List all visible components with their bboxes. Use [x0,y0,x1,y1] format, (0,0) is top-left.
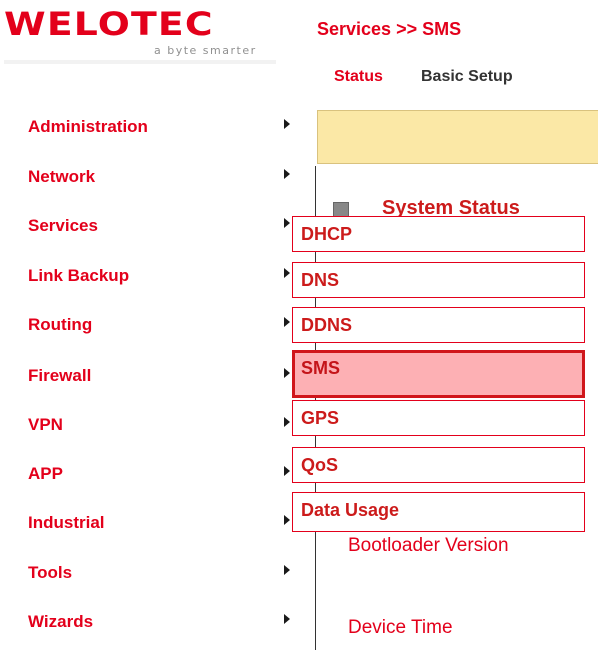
status-bar [317,110,598,164]
sidebar-item-label: Network [28,167,96,186]
chevron-right-icon [284,169,290,179]
chevron-right-icon [284,515,290,525]
submenu-item-qos[interactable]: QoS [292,447,585,483]
chevron-right-icon [284,466,290,476]
sidebar-item-app[interactable]: APP [28,457,300,493]
sidebar-item-services[interactable]: Services [28,209,300,245]
submenu-item-label: GPS [301,408,340,428]
tab-status[interactable]: Status [334,66,383,88]
submenu-item-gps[interactable]: GPS [292,400,585,436]
submenu-item-label: Data Usage [301,500,400,520]
logo-wordmark: WELOTEC [4,5,214,43]
sidebar-item-link-backup[interactable]: Link Backup [28,259,300,295]
sidebar-item-network[interactable]: Network [28,160,300,196]
sidebar-item-label: Services [28,216,98,235]
sidebar-item-wizards[interactable]: Wizards [28,605,300,641]
submenu-item-sms[interactable]: SMS [292,350,585,398]
chevron-right-icon [284,565,290,575]
field-label-bootloader-version: Bootloader Version [348,535,509,556]
submenu-item-ddns[interactable]: DDNS [292,307,585,343]
field-label-device-time: Device Time [348,617,453,638]
submenu-item-label: DDNS [301,315,353,335]
sidebar-item-industrial[interactable]: Industrial [28,506,300,542]
sidebar-item-label: Administration [28,117,148,136]
sidebar-item-label: Industrial [28,513,105,532]
sidebar-item-firewall[interactable]: Firewall [28,359,300,395]
sidebar-item-tools[interactable]: Tools [28,556,300,592]
chevron-right-icon [284,368,290,378]
sidebar-item-label: APP [28,464,63,483]
chevron-right-icon [284,268,290,278]
chevron-right-icon [284,417,290,427]
sidebar-item-vpn[interactable]: VPN [28,408,300,444]
submenu-item-dhcp[interactable]: DHCP [292,216,585,252]
submenu-item-data-usage[interactable]: Data Usage [292,492,585,532]
submenu-item-label: DHCP [301,224,353,244]
sidebar-item-label: Link Backup [28,266,130,285]
chevron-right-icon [284,317,290,327]
sidebar-item-label: Wizards [28,612,94,631]
submenu-item-label: QoS [301,455,339,475]
breadcrumb: Services >> SMS [317,19,462,39]
chevron-right-icon [284,218,290,228]
sidebar-item-label: Routing [28,315,93,334]
sidebar-item-label: Tools [28,563,73,582]
logo-tagline: a byte smarter [154,44,257,57]
sidebar-item-administration[interactable]: Administration [28,110,300,146]
sidebar-item-label: Firewall [28,366,92,385]
tab-basic-setup[interactable]: Basic Setup [421,66,513,88]
submenu-item-label: SMS [301,358,341,378]
sidebar-item-label: VPN [28,415,63,434]
logo-underline [4,60,276,64]
submenu-item-dns[interactable]: DNS [292,262,585,298]
chevron-right-icon [284,119,290,129]
welotec-logo: WELOTEC a byte smarter [4,4,276,66]
chevron-right-icon [284,614,290,624]
sidebar-item-routing[interactable]: Routing [28,308,300,344]
submenu-item-label: DNS [301,270,340,290]
